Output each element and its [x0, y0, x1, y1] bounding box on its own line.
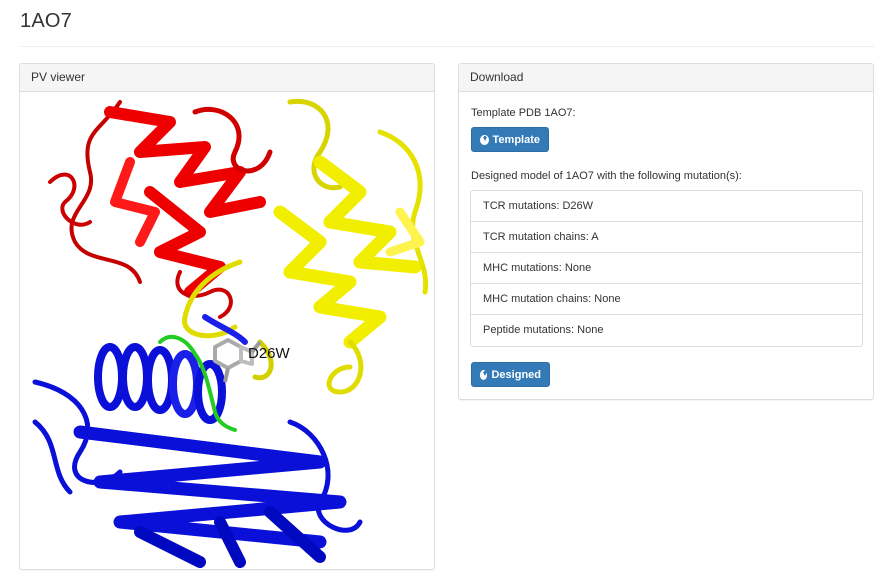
viewer-panel-heading: PV viewer	[20, 64, 434, 92]
designed-button-label: Designed	[491, 368, 541, 381]
yellow-chain	[182, 98, 429, 395]
blue-chain	[32, 314, 363, 568]
red-chain	[48, 100, 273, 319]
list-item-tcr-mutation-chains: TCR mutation chains: A	[471, 222, 862, 253]
download-panel: Download Template PDB 1AO7: Template Des…	[458, 63, 874, 400]
list-item-mhc-mutations: MHC mutations: None	[471, 253, 862, 284]
protein-viewer-canvas[interactable]: D26W	[20, 92, 434, 568]
download-circle-icon	[480, 134, 489, 145]
list-item-mhc-mutation-chains: MHC mutation chains: None	[471, 284, 862, 315]
template-button-label: Template	[492, 133, 540, 146]
title-divider	[20, 46, 874, 47]
designed-description: Designed model of 1AO7 with the followin…	[471, 170, 742, 182]
download-panel-heading: Download	[459, 64, 873, 92]
residue-label: D26W	[248, 345, 291, 362]
mutation-list: TCR mutations: D26W TCR mutation chains:…	[470, 190, 863, 347]
page-title: 1AO7	[20, 10, 72, 32]
designed-download-button[interactable]: Designed	[471, 362, 550, 387]
template-description: Template PDB 1AO7:	[471, 107, 576, 119]
list-item-peptide-mutations: Peptide mutations: None	[483, 324, 604, 336]
viewer-panel: PV viewer D26W	[19, 63, 435, 570]
download-circle-icon	[480, 369, 488, 380]
template-download-button[interactable]: Template	[471, 127, 549, 152]
list-item-tcr-mutations: TCR mutations: D26W	[471, 191, 862, 222]
protein-structure-render[interactable]: D26W	[20, 92, 434, 568]
